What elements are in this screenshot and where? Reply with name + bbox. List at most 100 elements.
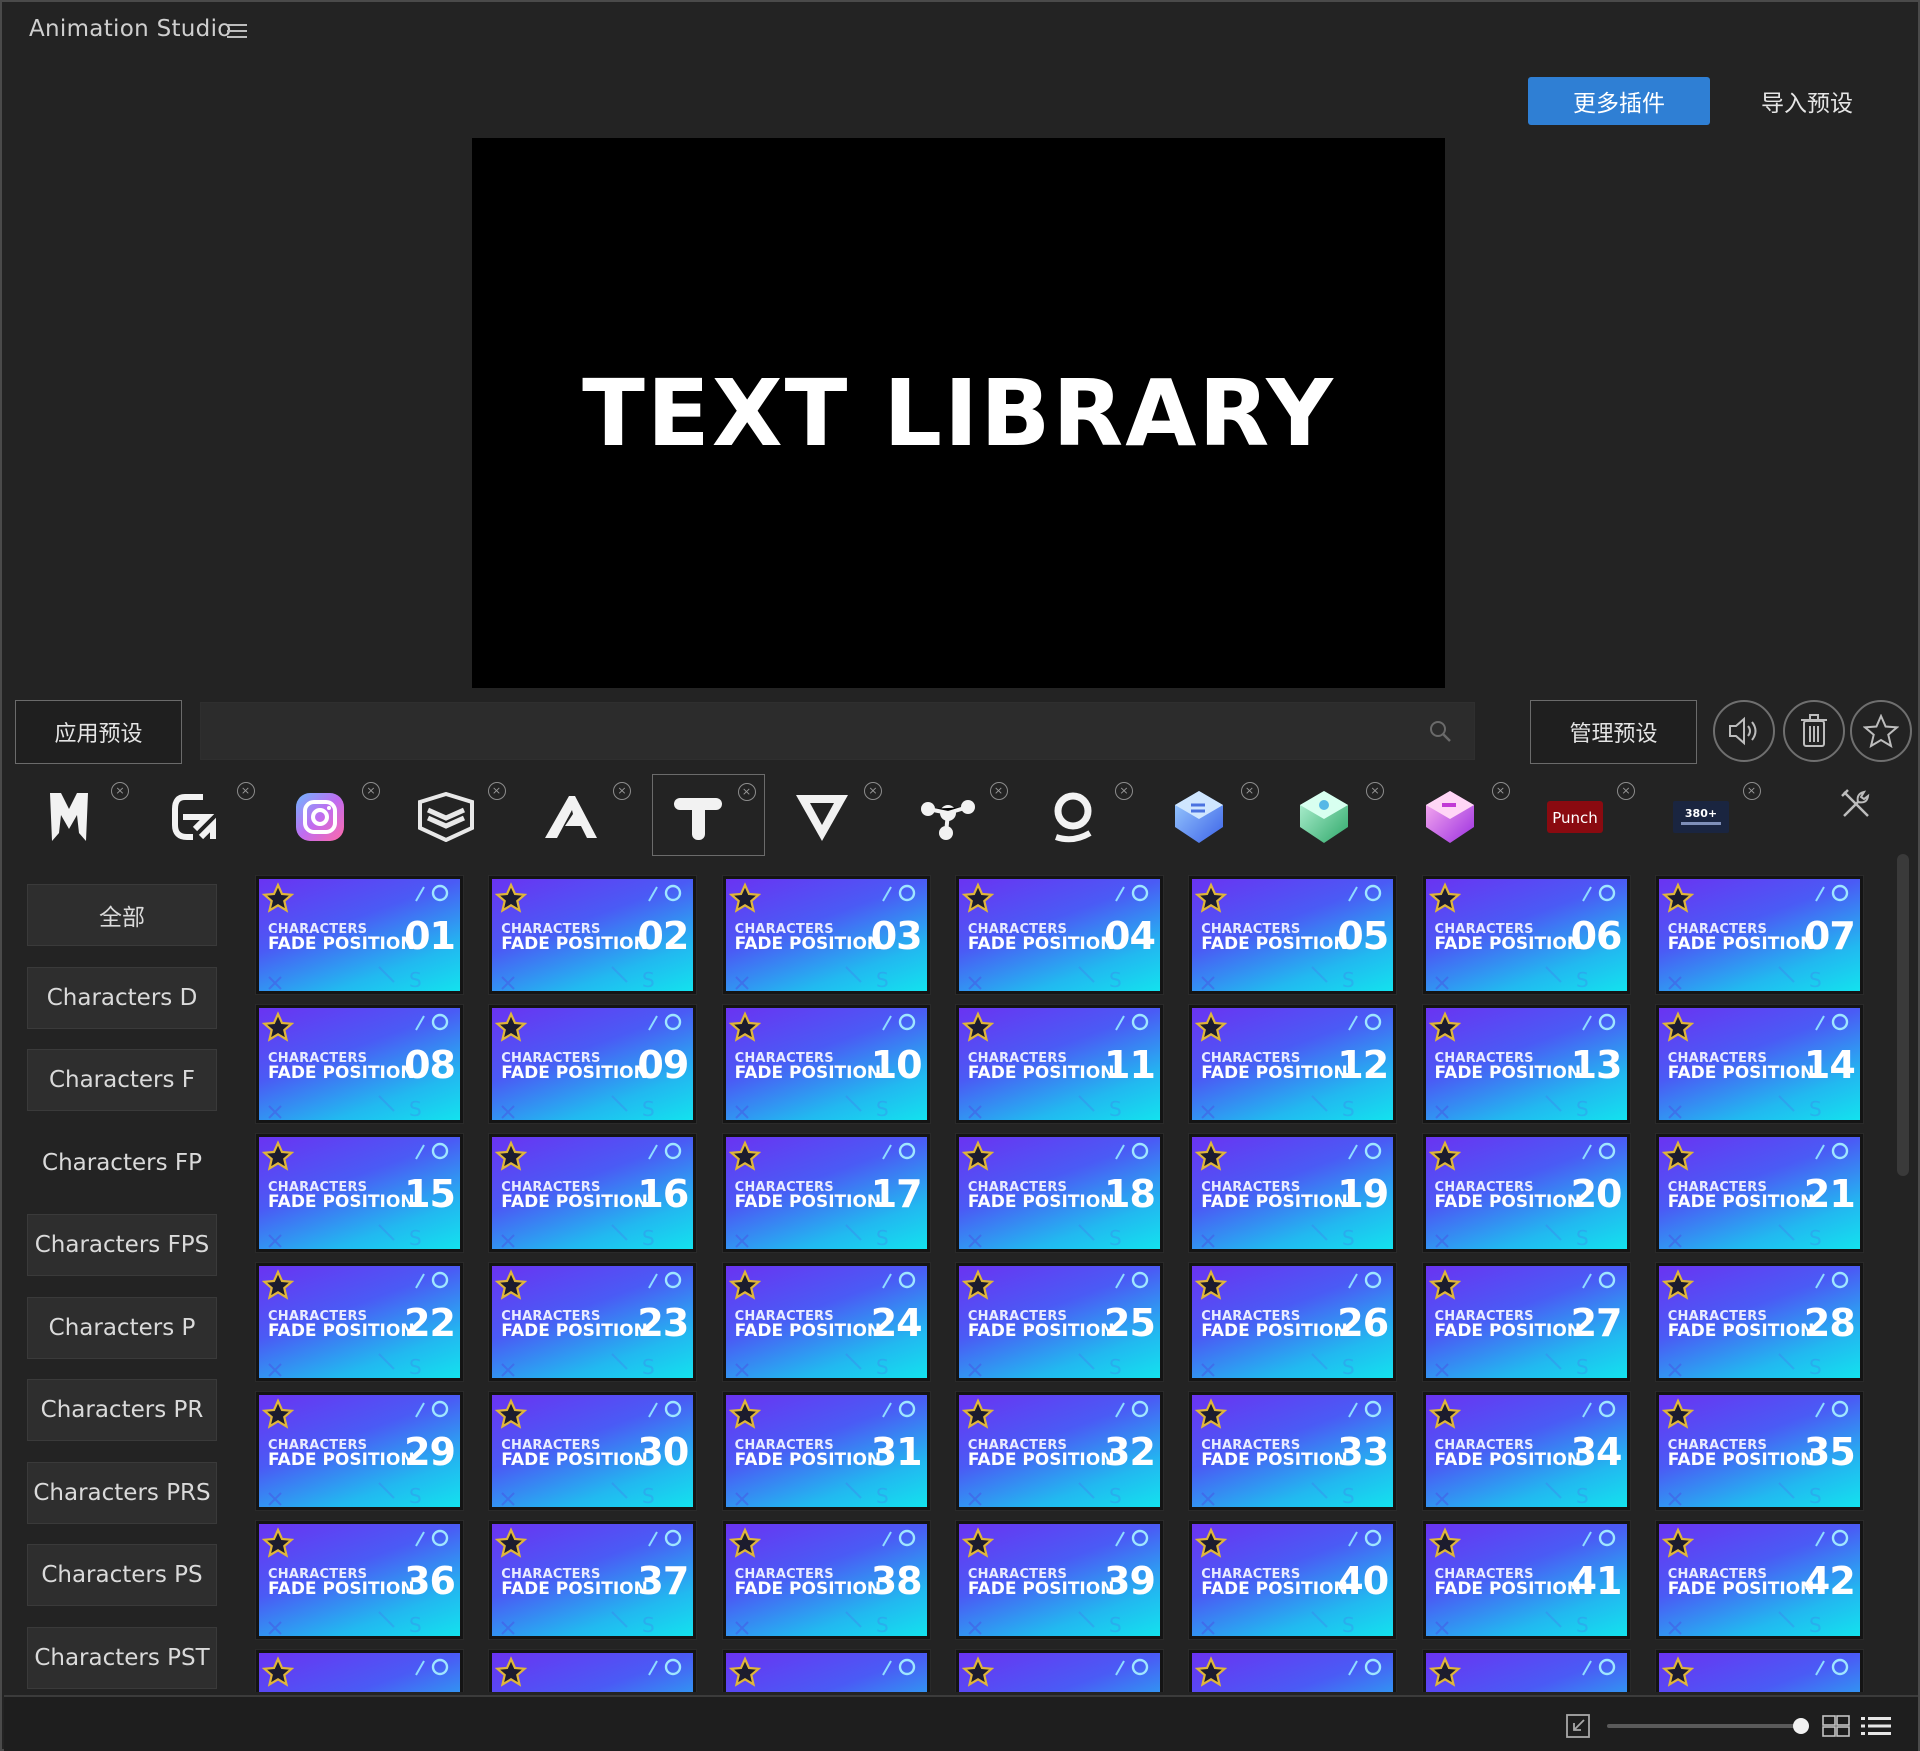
preset-card[interactable]: S CHARACTERS FADE POSITION 18 [954,1133,1164,1253]
favorite-star-icon[interactable] [961,1527,995,1559]
search-icon[interactable] [1428,719,1452,743]
preset-card[interactable]: S CHARACTERS FADE POSITION 17 [721,1133,931,1253]
favorite-star-icon[interactable] [1428,1527,1461,1559]
close-plugin-icon[interactable]: × [111,782,129,800]
preset-card[interactable]: S CHARACTERS FADE POSITION 14 [1654,1004,1864,1124]
plugin-tab-camera[interactable]: × [275,774,388,856]
close-plugin-icon[interactable]: × [1366,782,1384,800]
favorite-star-icon[interactable] [495,1269,528,1301]
preset-card[interactable] [721,1649,931,1692]
favorite-star-icon[interactable] [261,1398,295,1430]
favorite-star-icon[interactable] [1194,1140,1228,1172]
favorite-star-icon[interactable] [261,1011,295,1043]
preset-card[interactable]: S CHARACTERS FADE POSITION 36 [255,1520,464,1640]
close-plugin-icon[interactable]: × [864,782,882,800]
apply-preset-button[interactable]: 应用预设 [15,700,182,764]
grid-scrollbar[interactable] [1897,854,1909,1176]
preset-card[interactable]: S CHARACTERS FADE POSITION 27 [1421,1262,1631,1382]
favorite-star-icon[interactable] [1661,882,1695,914]
close-plugin-icon[interactable]: × [236,782,255,800]
favorite-star-icon[interactable] [1661,1527,1695,1559]
preset-card[interactable]: S CHARACTERS FADE POSITION 07 [1654,875,1864,995]
favorite-star-icon[interactable] [728,1656,761,1688]
sidebar-item[interactable]: Characters FPS [27,1214,217,1276]
sidebar-item[interactable]: Characters P [27,1296,217,1359]
favorite-star-icon[interactable] [728,1011,761,1043]
preset-card[interactable]: S CHARACTERS FADE POSITION 33 [1188,1391,1398,1511]
plugin-tab-box-blue[interactable]: × [1154,774,1267,856]
preset-card[interactable]: S CHARACTERS FADE POSITION 15 [255,1133,464,1253]
preset-card[interactable]: S CHARACTERS FADE POSITION 20 [1421,1133,1631,1253]
sidebar-item[interactable]: Characters F [27,1049,217,1111]
preset-card[interactable]: S CHARACTERS FADE POSITION 38 [721,1520,931,1640]
preset-card[interactable]: S CHARACTERS FADE POSITION 19 [1188,1133,1398,1253]
plugin-tab-box-green[interactable]: × [1279,774,1392,856]
close-plugin-icon[interactable]: × [1617,782,1635,800]
preset-card[interactable]: S CHARACTERS FADE POSITION 13 [1421,1004,1631,1124]
close-plugin-icon[interactable]: × [1742,782,1761,800]
preset-card[interactable]: S CHARACTERS FADE POSITION 34 [1421,1391,1631,1511]
favorite-star-icon[interactable] [1194,1269,1228,1301]
favorite-star-icon[interactable] [1661,1398,1695,1430]
preset-card[interactable]: S CHARACTERS FADE POSITION 28 [1654,1262,1864,1382]
favorite-star-icon[interactable] [1194,1398,1228,1430]
fit-to-window-icon[interactable] [1565,1713,1591,1739]
preset-card[interactable]: S CHARACTERS FADE POSITION 30 [488,1391,698,1511]
import-preset-button[interactable]: 导入预设 [1742,77,1872,125]
favorite-star-icon[interactable] [261,1140,295,1172]
close-plugin-icon[interactable]: × [737,783,756,801]
plugin-tab-layers[interactable]: × [401,774,514,856]
preset-card[interactable]: S CHARACTERS FADE POSITION 41 [1421,1520,1631,1640]
favorite-star-icon[interactable] [495,1011,528,1043]
preset-card[interactable]: S CHARACTERS FADE POSITION 37 [488,1520,698,1640]
more-plugins-button[interactable]: 更多插件 [1528,77,1710,125]
favorite-star-icon[interactable] [261,1527,295,1559]
close-plugin-icon[interactable]: × [613,782,631,800]
preset-card[interactable]: S CHARACTERS FADE POSITION 10 [721,1004,931,1124]
grid-view-icon[interactable] [1822,1714,1850,1738]
preset-card[interactable]: S CHARACTERS FADE POSITION 11 [954,1004,1164,1124]
preset-card[interactable]: S CHARACTERS FADE POSITION 03 [721,875,931,995]
favorite-star-icon[interactable] [495,1140,528,1172]
plugin-tab-a[interactable]: × [526,774,639,856]
close-plugin-icon[interactable]: × [487,782,506,800]
favorite-star-icon[interactable] [1194,1527,1228,1559]
preset-card[interactable]: S CHARACTERS FADE POSITION 06 [1421,875,1631,995]
preset-card[interactable]: S CHARACTERS FADE POSITION 26 [1188,1262,1398,1382]
favorite-star-icon[interactable] [961,1269,995,1301]
plugin-tab-nodes[interactable]: × [903,774,1016,856]
plugin-tab-v[interactable]: × [777,774,890,856]
favorite-star-icon[interactable] [1428,1269,1461,1301]
favorite-star-icon[interactable] [1428,1398,1461,1430]
search-input[interactable] [200,702,1475,760]
favorite-star-icon[interactable] [261,1269,295,1301]
plugin-tab-punch[interactable]: Punch × [1530,774,1643,856]
favorite-star-icon[interactable] [1428,1140,1461,1172]
favorite-star-icon[interactable] [1194,1656,1228,1688]
favorite-button[interactable] [1850,700,1912,762]
favorite-star-icon[interactable] [1661,1140,1695,1172]
preset-card[interactable]: S CHARACTERS FADE POSITION 01 [255,875,464,995]
favorite-star-icon[interactable] [1661,1269,1695,1301]
sidebar-item[interactable]: Characters PRS [27,1461,217,1524]
sidebar-item[interactable]: Characters D [27,966,217,1029]
sidebar-item[interactable]: 全部 [27,884,217,946]
preset-card[interactable]: S CHARACTERS FADE POSITION 23 [488,1262,698,1382]
preset-card[interactable]: S CHARACTERS FADE POSITION 29 [255,1391,464,1511]
preset-card[interactable]: S CHARACTERS FADE POSITION 25 [954,1262,1164,1382]
preset-card[interactable] [954,1649,1164,1692]
favorite-star-icon[interactable] [495,882,528,914]
favorite-star-icon[interactable] [961,882,995,914]
hamburger-menu-icon[interactable] [227,24,247,40]
preset-card[interactable]: S CHARACTERS FADE POSITION 35 [1654,1391,1864,1511]
close-plugin-icon[interactable]: × [362,782,380,800]
favorite-star-icon[interactable] [1661,1011,1695,1043]
sidebar-item[interactable]: Characters PR [27,1379,217,1441]
preset-card[interactable]: S CHARACTERS FADE POSITION 04 [954,875,1164,995]
delete-button[interactable] [1783,700,1845,762]
plugin-tab-m[interactable]: × [24,774,137,856]
favorite-star-icon[interactable] [1428,1011,1461,1043]
favorite-star-icon[interactable] [961,1140,995,1172]
favorite-star-icon[interactable] [728,1398,761,1430]
preset-card[interactable] [1421,1649,1631,1692]
